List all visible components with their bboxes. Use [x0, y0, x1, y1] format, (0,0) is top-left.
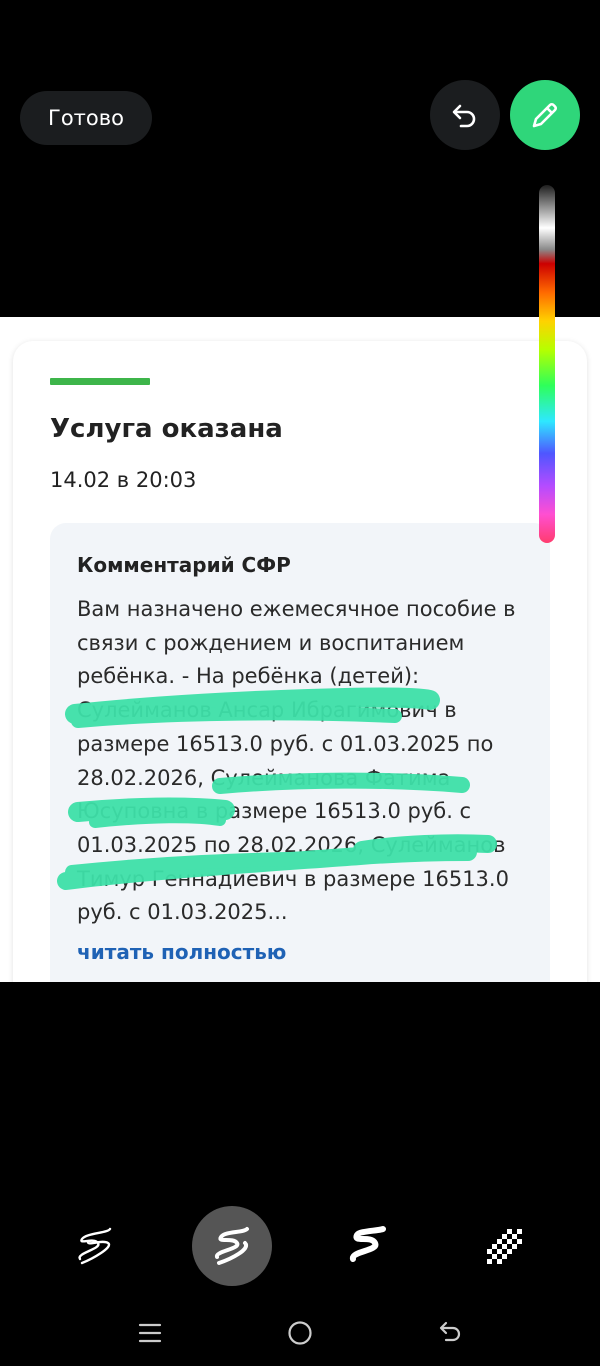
brush-toolbar: [0, 982, 600, 1366]
back-button[interactable]: [425, 1308, 475, 1358]
thin-brush-button[interactable]: [55, 1206, 135, 1286]
read-more-link[interactable]: читать полностью: [77, 940, 286, 964]
comment-box: Комментарий СФР Вам назначено ежемесячно…: [50, 523, 550, 982]
screenshot-canvas[interactable]: Услуга оказана 14.02 в 20:03 Комментарий…: [0, 317, 600, 982]
status-accent-line: [50, 378, 150, 385]
recent-apps-icon: [138, 1323, 162, 1343]
status-date: 14.02 в 20:03: [50, 468, 197, 492]
home-button[interactable]: [275, 1308, 325, 1358]
comment-text: Вам назначено ежемесячное пособие в связ…: [77, 597, 516, 925]
marker-brush-button[interactable]: [192, 1206, 272, 1286]
recent-apps-button[interactable]: [125, 1308, 175, 1358]
thin-brush-icon: [78, 1227, 112, 1265]
undo-icon: [452, 104, 476, 128]
editor-toolbar: Готово: [0, 0, 600, 317]
marker-brush-icon: [215, 1227, 249, 1265]
service-status-card: Услуга оказана 14.02 в 20:03 Комментарий…: [13, 341, 587, 982]
thick-brush-icon: [350, 1226, 386, 1262]
pixelate-brush-icon: [487, 1229, 522, 1264]
undo-button[interactable]: [430, 80, 500, 150]
thick-brush-button[interactable]: [328, 1206, 408, 1286]
pencil-icon: [532, 103, 557, 128]
pixelate-brush-button[interactable]: [464, 1206, 544, 1286]
status-title: Услуга оказана: [50, 414, 283, 444]
back-icon: [439, 1321, 461, 1342]
done-button[interactable]: Готово: [20, 91, 152, 145]
home-icon: [288, 1321, 312, 1345]
pen-tool-button[interactable]: [510, 80, 580, 150]
comment-title: Комментарий СФР: [77, 553, 291, 577]
color-picker-slider[interactable]: [539, 185, 555, 543]
